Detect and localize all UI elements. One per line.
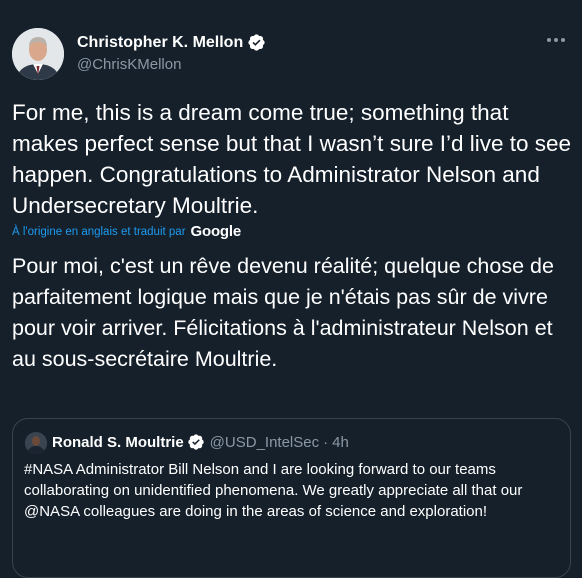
verified-badge-icon bbox=[187, 433, 205, 451]
quoted-tweet-time[interactable]: 4h bbox=[332, 434, 349, 451]
google-logo: Google bbox=[190, 223, 242, 240]
translation-notice: À l'origine en anglais et traduit par Go… bbox=[12, 223, 241, 240]
quoted-author-handle: @USD_IntelSec bbox=[209, 433, 320, 451]
quoted-author-avatar bbox=[25, 432, 47, 454]
verified-badge-icon bbox=[247, 33, 266, 52]
separator-dot: · bbox=[323, 433, 329, 451]
quoted-tweet-card[interactable]: Ronald S. Moultrie @USD_IntelSec · 4h #N… bbox=[12, 418, 571, 578]
translation-label[interactable]: À l'origine en anglais et traduit par bbox=[12, 226, 186, 238]
author-name-text[interactable]: Christopher K. Mellon bbox=[77, 34, 243, 52]
author-name[interactable]: Christopher K. Mellon bbox=[77, 33, 266, 52]
quoted-author-name: Ronald S. Moultrie bbox=[52, 433, 184, 451]
quoted-tweet-header: Ronald S. Moultrie @USD_IntelSec · 4h bbox=[52, 433, 349, 451]
author-handle[interactable]: @ChrisKMellon bbox=[77, 56, 181, 73]
quoted-tweet-text: #NASA Administrator Bill Nelson and I ar… bbox=[24, 461, 523, 520]
translated-text: Pour moi, c'est un rêve devenu réalité; … bbox=[12, 254, 554, 371]
tweet: Christopher K. Mellon @ChrisKMellon For … bbox=[0, 0, 582, 578]
more-options-icon[interactable] bbox=[544, 28, 568, 52]
tweet-text: For me, this is a dream come true; somet… bbox=[12, 100, 572, 218]
author-avatar[interactable] bbox=[12, 28, 64, 80]
